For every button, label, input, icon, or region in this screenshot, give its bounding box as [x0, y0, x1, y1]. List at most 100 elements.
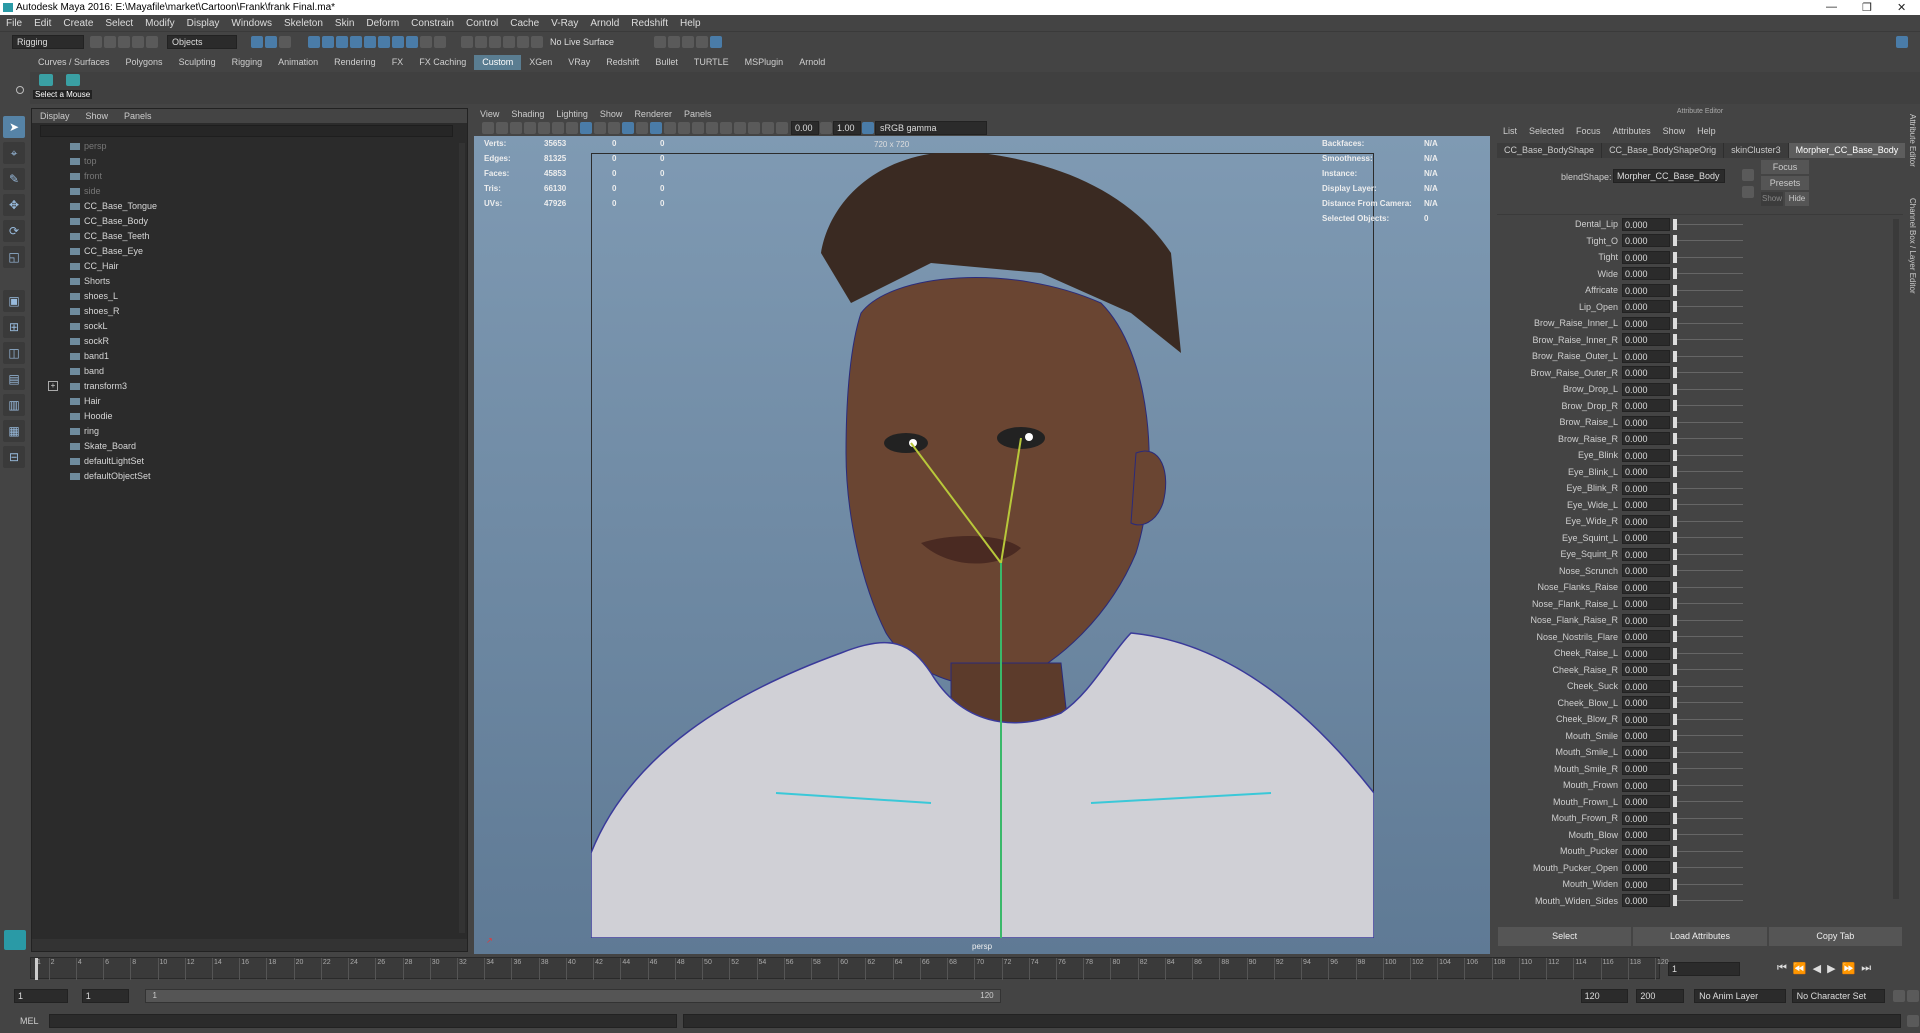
- node-tab-cc-base-bodyshape[interactable]: CC_Base_BodyShape: [1497, 143, 1603, 158]
- target-weight-slider[interactable]: [1673, 762, 1743, 775]
- node-tab-cc-base-bodyshapeorig[interactable]: CC_Base_BodyShapeOrig: [1602, 143, 1725, 158]
- snap-surface-icon[interactable]: [364, 36, 376, 48]
- lasso-tool-icon[interactable]: ⌖: [3, 142, 25, 164]
- target-weight-field[interactable]: 0.000: [1622, 316, 1670, 330]
- slider-knob[interactable]: [1673, 350, 1677, 362]
- load-attributes-button[interactable]: Load Attributes: [1633, 927, 1767, 946]
- outliner-item[interactable]: persp: [32, 139, 467, 154]
- shelf-tab-fx[interactable]: FX: [384, 55, 412, 70]
- grid-toggle-icon[interactable]: [538, 122, 550, 134]
- shelf-tab-xgen[interactable]: XGen: [521, 55, 560, 70]
- target-weight-slider[interactable]: [1673, 284, 1743, 297]
- shelf-tab-msplugin[interactable]: MSPlugin: [737, 55, 792, 70]
- outliner-item[interactable]: front: [32, 169, 467, 184]
- snap-live-icon[interactable]: [392, 36, 404, 48]
- outliner-item[interactable]: band: [32, 364, 467, 379]
- color-management-icon[interactable]: [862, 122, 874, 134]
- shelf-tab-turtle[interactable]: TURTLE: [686, 55, 737, 70]
- target-weight-slider[interactable]: [1673, 878, 1743, 891]
- target-weight-slider[interactable]: [1673, 416, 1743, 429]
- motion-blur-icon[interactable]: [720, 122, 732, 134]
- target-weight-field[interactable]: 0.000: [1622, 217, 1670, 231]
- image-plane-icon[interactable]: [524, 122, 536, 134]
- slider-knob[interactable]: [1673, 697, 1677, 709]
- shelf-tab-polygons[interactable]: Polygons: [118, 55, 171, 70]
- slider-knob[interactable]: [1673, 565, 1677, 577]
- exposure-field[interactable]: 0.00: [791, 121, 819, 135]
- playback-start-field[interactable]: 1: [81, 989, 130, 1003]
- slider-knob[interactable]: [1673, 845, 1677, 857]
- slider-knob[interactable]: [1673, 812, 1677, 824]
- undo-icon[interactable]: [132, 36, 144, 48]
- open-scene-icon[interactable]: [104, 36, 116, 48]
- menu-help[interactable]: Help: [680, 15, 701, 32]
- vray-icon[interactable]: [531, 36, 543, 48]
- step-back-icon[interactable]: ◀: [1813, 962, 1821, 975]
- target-weight-field[interactable]: 0.000: [1622, 795, 1670, 809]
- render-settings-icon[interactable]: [489, 36, 501, 48]
- target-weight-field[interactable]: 0.000: [1622, 745, 1670, 759]
- graph-layout-icon[interactable]: ▥: [3, 394, 25, 416]
- target-weight-field[interactable]: 0.000: [1622, 646, 1670, 660]
- target-weight-field[interactable]: 0.000: [1622, 448, 1670, 462]
- slider-knob[interactable]: [1673, 317, 1677, 329]
- timeline-ticks[interactable]: 1 2 4 6 8 10 12 14 16 18 20 22 24 26 28 30 32 34 36 38 40 42 4…: [30, 957, 1669, 980]
- target-weight-slider[interactable]: [1673, 696, 1743, 709]
- select-component-icon[interactable]: [279, 36, 291, 48]
- menu-constrain[interactable]: Constrain: [411, 15, 454, 32]
- target-weight-slider[interactable]: [1673, 564, 1743, 577]
- command-input[interactable]: [48, 1014, 677, 1028]
- target-weight-field[interactable]: 0.000: [1622, 712, 1670, 726]
- outliner-item[interactable]: defaultObjectSet: [32, 469, 467, 484]
- target-weight-slider[interactable]: [1673, 812, 1743, 825]
- outliner-item[interactable]: shoes_R: [32, 304, 467, 319]
- slider-knob[interactable]: [1673, 218, 1677, 230]
- target-weight-slider[interactable]: [1673, 515, 1743, 528]
- target-weight-field[interactable]: 0.000: [1622, 333, 1670, 347]
- target-weight-field[interactable]: 0.000: [1622, 300, 1670, 314]
- display-toggle-icon[interactable]: [696, 36, 709, 48]
- snap-grid-icon[interactable]: [308, 36, 320, 48]
- viewport-menu-shading[interactable]: Shading: [511, 108, 544, 120]
- slider-knob[interactable]: [1673, 532, 1677, 544]
- target-weight-slider[interactable]: [1673, 663, 1743, 676]
- shelf-tab-arnold[interactable]: Arnold: [791, 55, 833, 70]
- menu-create[interactable]: Create: [63, 15, 93, 32]
- target-weight-field[interactable]: 0.000: [1622, 481, 1670, 495]
- target-weight-field[interactable]: 0.000: [1622, 696, 1670, 710]
- wireframe-on-shaded-icon[interactable]: [650, 122, 662, 134]
- target-weight-field[interactable]: 0.000: [1622, 861, 1670, 875]
- outliner-item[interactable]: Hair: [32, 394, 467, 409]
- target-weight-field[interactable]: 0.000: [1622, 382, 1670, 396]
- menu-file[interactable]: File: [6, 15, 22, 32]
- slider-knob[interactable]: [1673, 482, 1677, 494]
- attr-menu-show[interactable]: Show: [1663, 124, 1686, 138]
- target-weight-field[interactable]: 0.000: [1622, 415, 1670, 429]
- target-weight-slider[interactable]: [1673, 267, 1743, 280]
- outliner-item[interactable]: sockL: [32, 319, 467, 334]
- shelf-tab-curves-surfaces[interactable]: Curves / Surfaces: [30, 55, 118, 70]
- history-icon[interactable]: [406, 36, 418, 48]
- custom-layout-icon[interactable]: ⊟: [3, 446, 25, 468]
- target-weight-slider[interactable]: [1673, 894, 1743, 907]
- menu-arnold[interactable]: Arnold: [590, 15, 619, 32]
- camera-attr-icon[interactable]: [496, 122, 508, 134]
- target-weight-slider[interactable]: [1673, 366, 1743, 379]
- safe-action-icon[interactable]: [608, 122, 620, 134]
- target-weight-slider[interactable]: [1673, 300, 1743, 313]
- select-button[interactable]: Select: [1498, 927, 1632, 946]
- goto-input-icon[interactable]: [1742, 169, 1754, 181]
- target-weight-field[interactable]: 0.000: [1622, 630, 1670, 644]
- viewport-menu-panels[interactable]: Panels: [684, 108, 712, 120]
- target-weight-field[interactable]: 0.000: [1622, 267, 1670, 281]
- single-view-layout-icon[interactable]: ▣: [3, 290, 25, 312]
- step-back-key-icon[interactable]: ⏪: [1793, 962, 1807, 975]
- slider-knob[interactable]: [1673, 614, 1677, 626]
- slider-knob[interactable]: [1673, 251, 1677, 263]
- slider-knob[interactable]: [1673, 466, 1677, 478]
- shelf-tab-rigging[interactable]: Rigging: [224, 55, 271, 70]
- end-time-field[interactable]: 200: [1636, 989, 1685, 1003]
- slider-knob[interactable]: [1673, 367, 1677, 379]
- isolate-icon[interactable]: [734, 122, 746, 134]
- target-weight-slider[interactable]: [1673, 234, 1743, 247]
